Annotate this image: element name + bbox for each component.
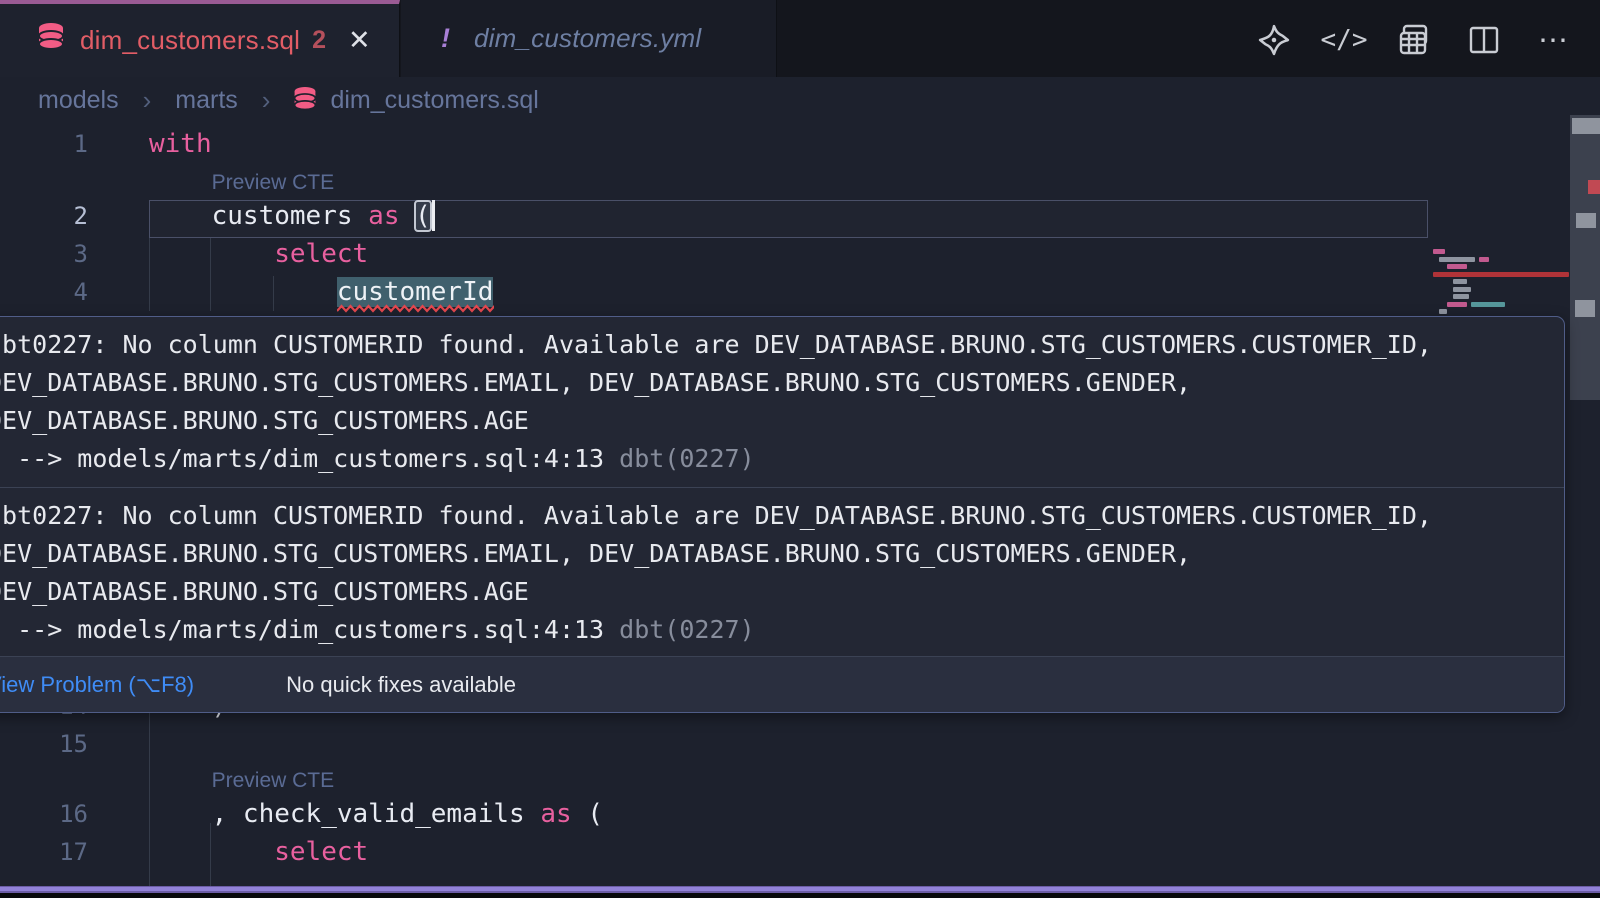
error-message-line: DEV_DATABASE.BRUNO.STG_CUSTOMERS.EMAIL, … (0, 364, 1564, 402)
line-number: 4 (0, 273, 88, 311)
error-message-line: DEV_DATABASE.BRUNO.STG_CUSTOMERS.EMAIL, … (0, 535, 1564, 573)
error-message-block: dbt0227: No column CUSTOMERID found. Ava… (0, 488, 1564, 658)
error-highlighted-word: customerId (337, 277, 494, 307)
error-message-line: dbt0227: No column CUSTOMERID found. Ava… (0, 326, 1564, 364)
tab-label: dim_customers.yml (474, 23, 701, 54)
indent-guide (149, 238, 150, 311)
code-line[interactable]: customers as ( (149, 197, 431, 235)
line-number: 3 (0, 235, 88, 273)
split-editor-icon[interactable] (1466, 22, 1502, 58)
minimap-line (1433, 302, 1569, 307)
more-actions-icon[interactable]: ⋯ (1536, 22, 1572, 58)
error-message-line: --> models/marts/dim_customers.sql:4:13 … (0, 611, 1564, 649)
error-message-block: dbt0227: No column CUSTOMERID found. Ava… (0, 317, 1564, 487)
overview-ruler-marker (1588, 180, 1600, 194)
breadcrumb: models › marts › dim_customers.sql (0, 77, 1600, 123)
query-results-icon[interactable] (1396, 22, 1432, 58)
error-message-line: --> models/marts/dim_customers.sql:4:13 … (0, 440, 1564, 478)
dbt-logo-icon[interactable] (1256, 22, 1292, 58)
overview-ruler-marker (1572, 118, 1600, 134)
text-cursor (432, 200, 435, 231)
hover-status-bar: View Problem (⌥F8) No quick fixes availa… (0, 656, 1564, 712)
minimap-line (1433, 287, 1569, 292)
editor-toolbar: </> ⋯ (1256, 18, 1572, 62)
no-quick-fixes-text: No quick fixes available (286, 672, 516, 698)
inline-code-icon[interactable]: </> (1326, 22, 1362, 58)
matched-bracket: ( (415, 201, 431, 231)
code-line[interactable]: , check_valid_emails as ( (149, 795, 603, 833)
minimap-line (1433, 294, 1569, 299)
line-number: 16 (0, 795, 88, 833)
line-number: 17 (0, 833, 88, 871)
tab-label: dim_customers.sql (80, 25, 300, 56)
close-icon[interactable]: ✕ (348, 25, 371, 56)
minimap-line (1433, 279, 1569, 284)
line-number: 15 (0, 725, 88, 763)
breadcrumb-item-marts[interactable]: marts (175, 86, 238, 115)
minimap-line (1433, 249, 1569, 254)
line-number: 1 (0, 125, 88, 163)
modified-warning-icon: ! (441, 23, 450, 54)
minimap-line (1433, 257, 1569, 262)
minimap-line (1433, 264, 1569, 269)
window-edge (0, 893, 1600, 898)
line-number: 2 (0, 197, 88, 235)
chevron-right-icon: › (143, 85, 152, 116)
vscode-window: dim_customers.sql 2 ✕ ! dim_customers.ym… (0, 0, 1600, 898)
code-line[interactable]: select (149, 833, 368, 871)
tab-bar: dim_customers.sql 2 ✕ ! dim_customers.ym… (0, 0, 1600, 77)
minimap-line (1433, 309, 1569, 314)
codelens-preview-cte[interactable]: Preview CTE (212, 168, 335, 198)
code-line[interactable]: select (149, 235, 368, 273)
breadcrumb-item-models[interactable]: models (38, 86, 119, 115)
indent-guide (149, 713, 150, 886)
tab-dim-customers-yml[interactable]: ! dim_customers.yml (401, 0, 777, 77)
error-squiggle (337, 304, 494, 313)
dbt-database-icon (292, 86, 318, 114)
codelens-preview-cte[interactable]: Preview CTE (212, 766, 335, 796)
dbt-database-icon (36, 22, 66, 59)
overview-ruler-marker (1575, 300, 1595, 317)
error-message-line: DEV_DATABASE.BRUNO.STG_CUSTOMERS.AGE (0, 573, 1564, 611)
error-message-line: dbt0227: No column CUSTOMERID found. Ava… (0, 497, 1564, 535)
indent-guide (210, 823, 211, 886)
overview-ruler-marker (1576, 213, 1596, 228)
chevron-right-icon: › (262, 85, 271, 116)
error-message-line: DEV_DATABASE.BRUNO.STG_CUSTOMERS.AGE (0, 402, 1564, 440)
code-line[interactable]: with (149, 125, 212, 163)
dbt-error-code: dbt(0227) (619, 615, 754, 644)
error-hover-popup: dbt0227: No column CUSTOMERID found. Ava… (0, 316, 1565, 713)
scrollbar-thumb[interactable] (1570, 115, 1600, 400)
tab-problems-badge: 2 (312, 26, 326, 55)
dbt-error-code: dbt(0227) (619, 444, 754, 473)
breadcrumb-file[interactable]: dim_customers.sql (330, 86, 538, 115)
indent-guide (210, 238, 211, 311)
panel-accent-border (0, 886, 1600, 893)
scrollbar[interactable] (1570, 123, 1600, 888)
indent-guide (273, 276, 274, 311)
minimap-error-line (1433, 272, 1569, 277)
tab-dim-customers-sql[interactable]: dim_customers.sql 2 ✕ (0, 0, 400, 77)
view-problem-link[interactable]: View Problem (⌥F8) (0, 672, 194, 698)
